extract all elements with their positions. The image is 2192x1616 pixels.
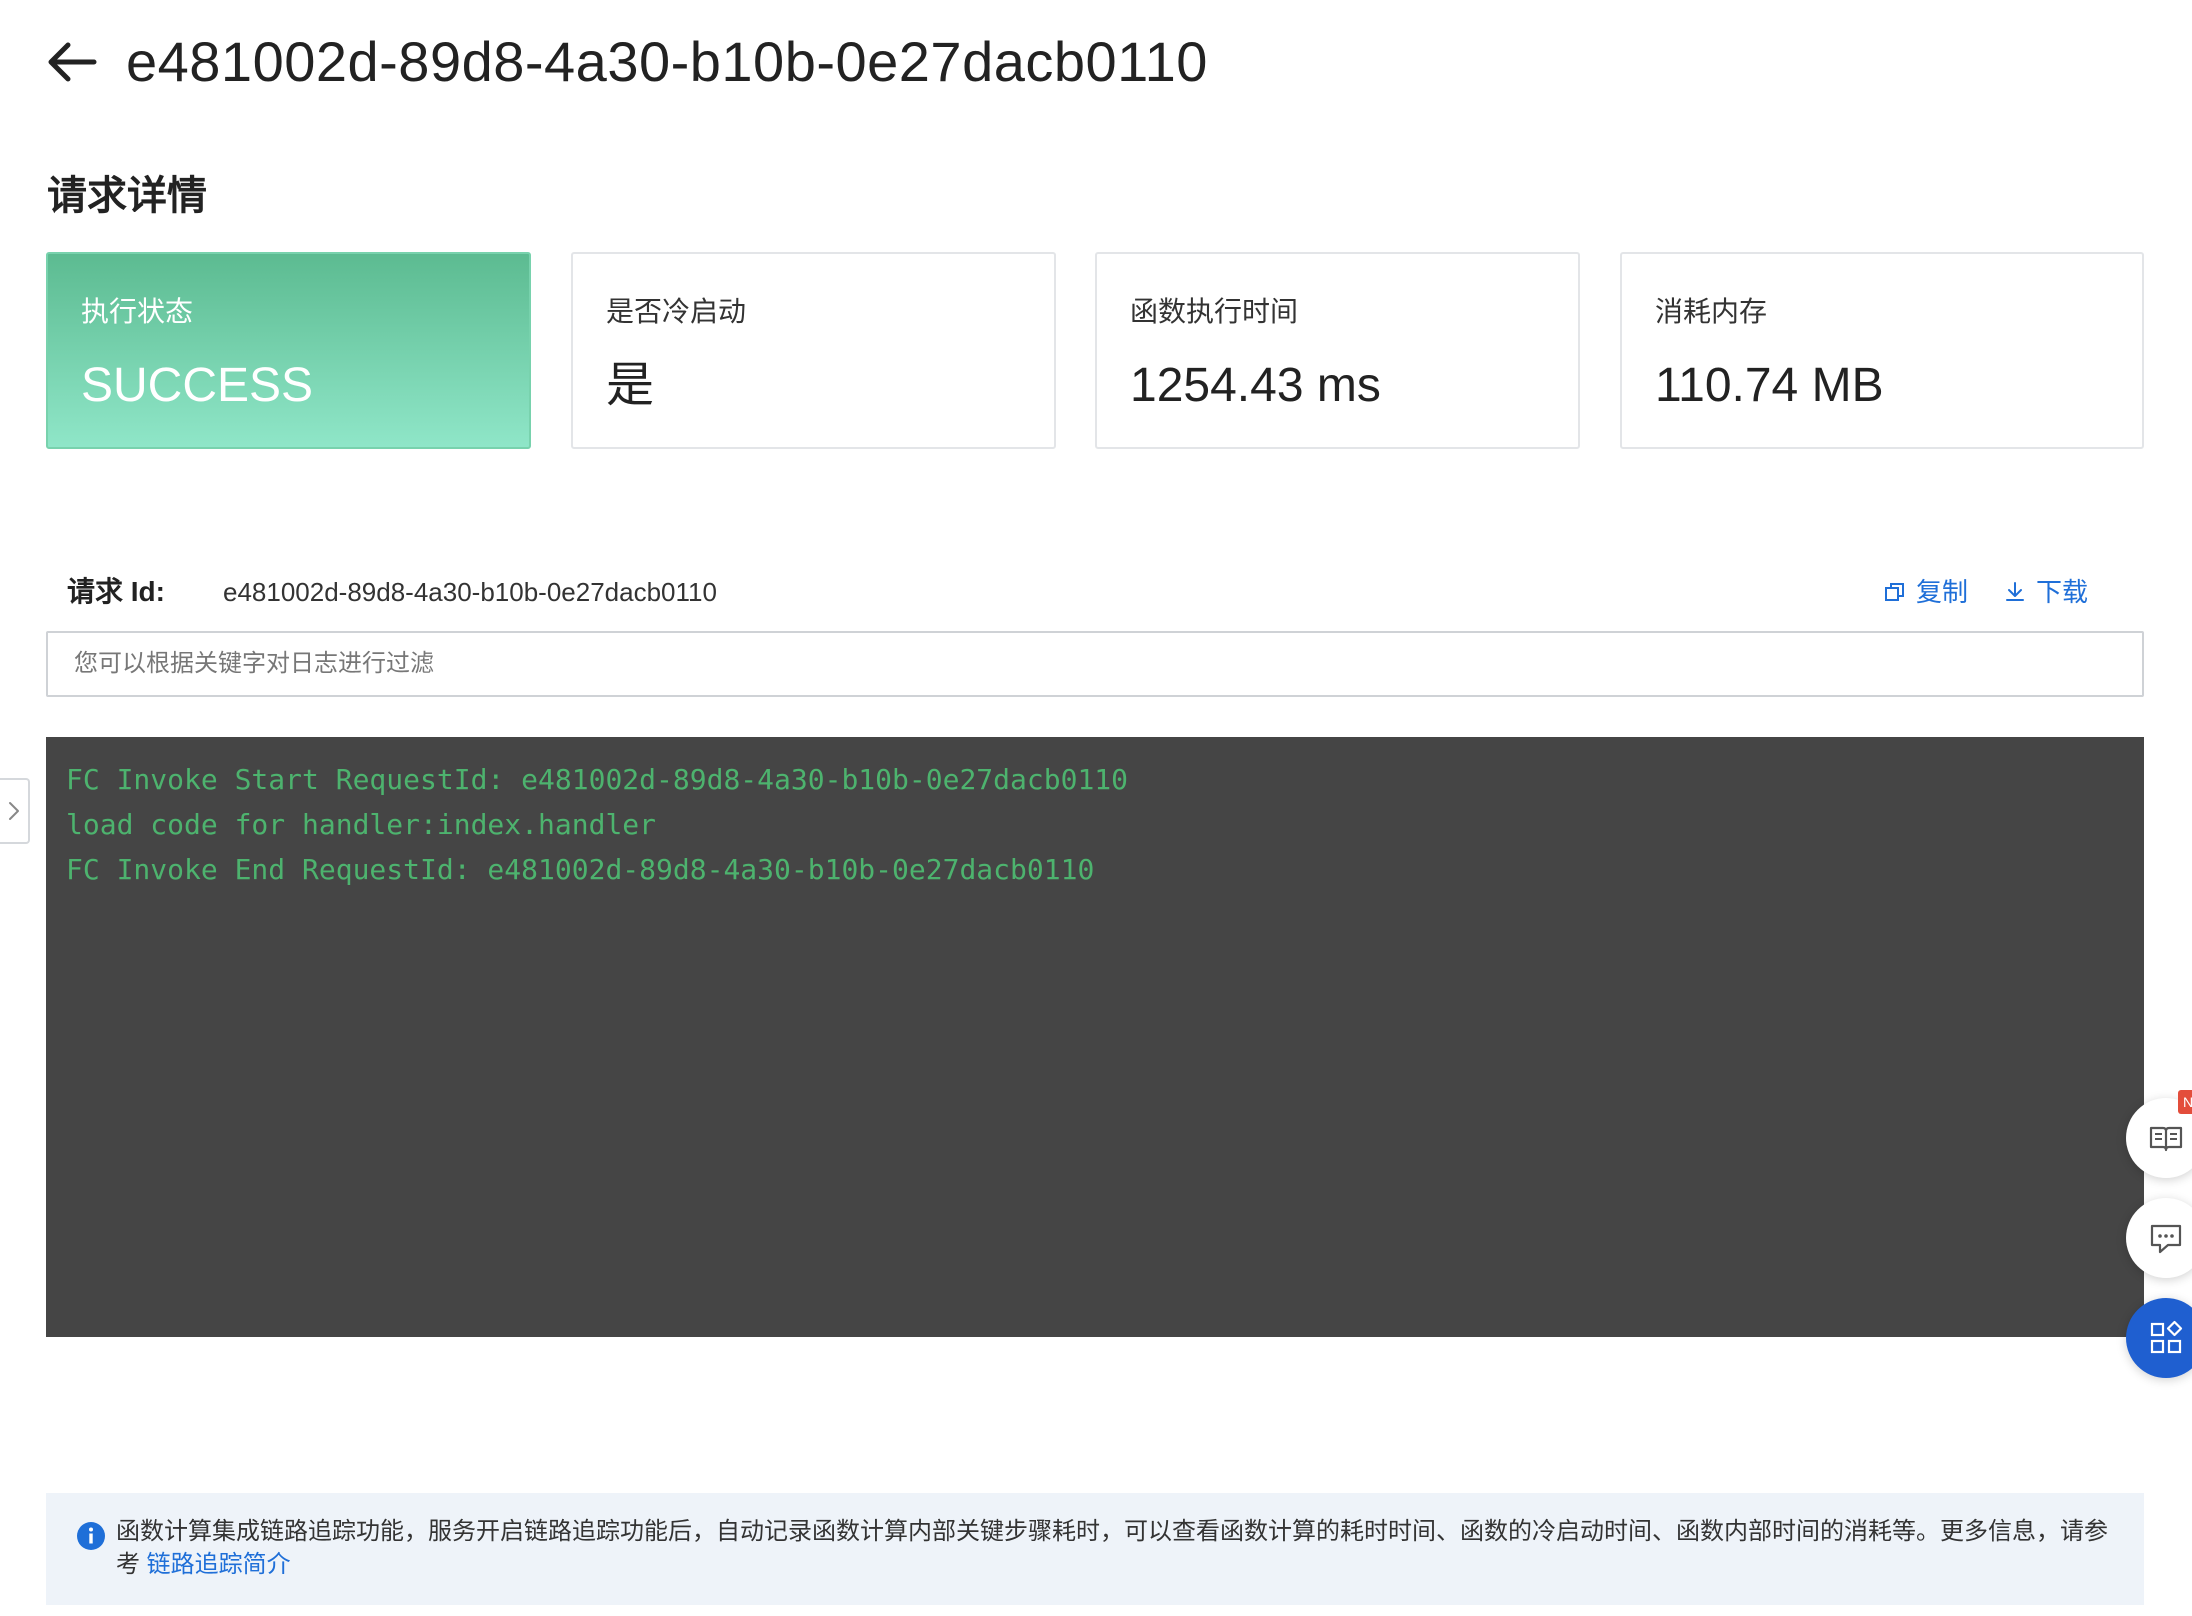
log-panel: FC Invoke Start RequestId: e481002d-89d8… <box>46 737 2144 1337</box>
log-line: FC Invoke End RequestId: e481002d-89d8-4… <box>66 853 1095 886</box>
section-title: 请求详情 <box>47 174 207 218</box>
tracing-info-banner: 函数计算集成链路追踪功能，服务开启链路追踪功能后，自动记录函数计算内部关键步骤耗… <box>46 1493 2144 1605</box>
info-icon <box>77 1522 105 1550</box>
arrow-left-icon <box>48 42 97 82</box>
back-button[interactable] <box>40 30 104 94</box>
request-id-label: 请求 Id: <box>67 576 165 607</box>
new-badge: N <box>2178 1090 2192 1114</box>
log-line: load code for handler:index.handler <box>66 808 657 841</box>
execution-time-card: 函数执行时间 1254.43 ms <box>1095 252 1580 449</box>
card-label: 消耗内存 <box>1655 296 1768 327</box>
download-button[interactable]: 下载 <box>2004 572 2088 612</box>
card-value: 110.74 MB <box>1655 359 1884 412</box>
card-value: 是 <box>606 359 655 412</box>
chat-icon <box>2150 1224 2182 1254</box>
memory-usage-card: 消耗内存 110.74 MB <box>1620 252 2144 449</box>
download-icon <box>2006 582 2024 601</box>
book-icon <box>2149 1126 2183 1152</box>
sidebar-expand-toggle[interactable] <box>0 778 30 844</box>
execution-status-card: 执行状态 SUCCESS <box>46 252 531 449</box>
cold-start-card: 是否冷启动 是 <box>571 252 1056 449</box>
chevron-right-icon <box>9 802 19 820</box>
apps-float-button[interactable] <box>2126 1298 2192 1378</box>
log-line: FC Invoke Start RequestId: e481002d-89d8… <box>66 763 1129 796</box>
log-filter-input[interactable] <box>46 631 2144 697</box>
copy-button[interactable]: 复制 <box>1884 572 1968 612</box>
apps-grid-icon <box>2150 1320 2183 1354</box>
card-label: 是否冷启动 <box>606 296 747 327</box>
request-id-value: e481002d-89d8-4a30-b10b-0e27dacb0110 <box>223 577 717 607</box>
tracing-intro-link[interactable]: 链路追踪简介 <box>147 1551 291 1578</box>
card-label: 函数执行时间 <box>1130 296 1299 327</box>
copy-label: 复制 <box>1916 577 1969 607</box>
download-label: 下载 <box>2036 577 2089 607</box>
card-value: SUCCESS <box>81 359 314 412</box>
card-label: 执行状态 <box>81 296 194 327</box>
info-text: 函数计算集成链路追踪功能，服务开启链路追踪功能后，自动记录函数计算内部关键步骤耗… <box>116 1518 2108 1578</box>
copy-icon <box>1885 583 1904 601</box>
page-title: e481002d-89d8-4a30-b10b-0e27dacb0110 <box>126 30 1208 93</box>
card-value: 1254.43 ms <box>1130 359 1381 412</box>
